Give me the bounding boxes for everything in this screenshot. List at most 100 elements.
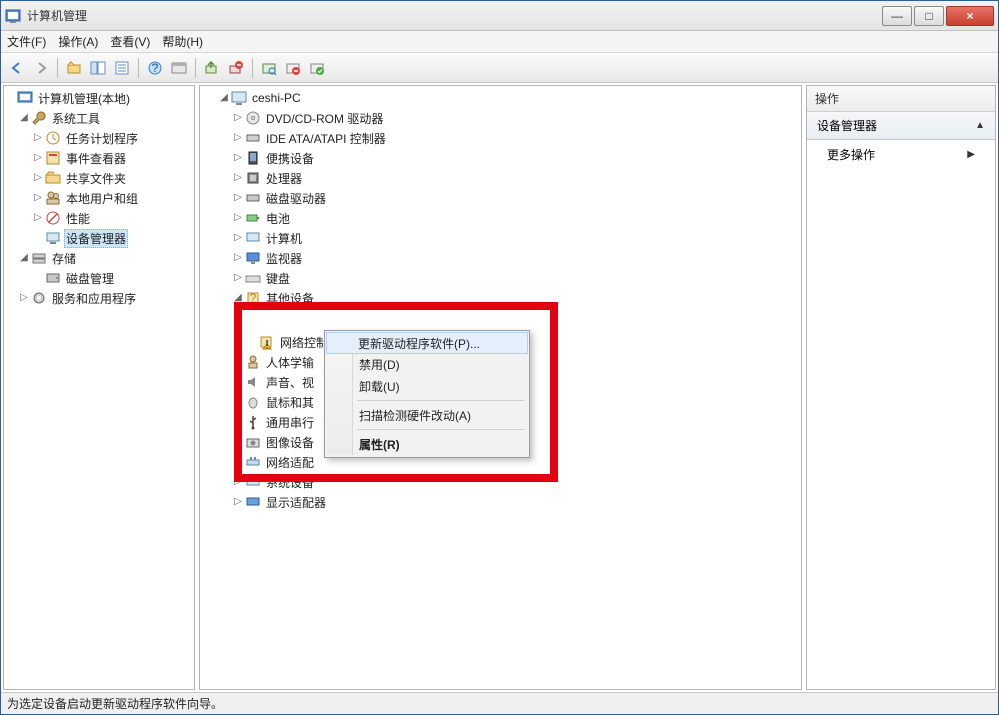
- scan-hardware-button[interactable]: [258, 57, 280, 79]
- actions-more[interactable]: 更多操作 ▶: [807, 140, 995, 169]
- monitor-icon: [245, 250, 261, 266]
- dev-portable[interactable]: ▷便携设备: [204, 148, 801, 168]
- wrench-icon: [31, 110, 47, 126]
- collapse-icon: ▲: [975, 120, 985, 131]
- dev-computer[interactable]: ▷计算机: [204, 228, 801, 248]
- hdd-icon: [245, 190, 261, 206]
- actions-section[interactable]: 设备管理器 ▲: [807, 112, 995, 140]
- computer-icon: [231, 90, 247, 106]
- window-title: 计算机管理: [27, 7, 882, 24]
- cm-update-driver[interactable]: 更新驱动程序软件(P)...: [326, 332, 528, 354]
- perf-icon: [45, 210, 61, 226]
- svg-text:!: !: [265, 338, 268, 351]
- show-hide-tree-button[interactable]: [87, 57, 109, 79]
- tree-services-apps[interactable]: ▷ 服务和应用程序: [4, 288, 194, 308]
- close-button[interactable]: ×: [946, 6, 994, 26]
- dev-monitors[interactable]: ▷监视器: [204, 248, 801, 268]
- context-menu: 更新驱动程序软件(P)... 禁用(D) 卸载(U) 扫描检测硬件改动(A) 属…: [324, 330, 530, 458]
- main-area: ▷ 计算机管理(本地) ◢ 系统工具 ▷ 任务计划程序 ▷ 事件: [1, 83, 998, 692]
- actions-pane: 操作 设备管理器 ▲ 更多操作 ▶: [806, 85, 996, 690]
- dev-system[interactable]: ▷系统设备: [204, 472, 801, 492]
- hid-icon: [245, 354, 261, 370]
- warning-device-icon: !: [259, 334, 275, 350]
- other-icon: ?: [245, 290, 261, 306]
- device-mgr-icon: [45, 230, 61, 246]
- disk-icon: [45, 270, 61, 286]
- tree-system-tools[interactable]: ◢ 系统工具: [4, 108, 194, 128]
- app-icon: [5, 8, 21, 24]
- dev-root[interactable]: ◢ ceshi-PC: [204, 88, 801, 108]
- menu-action[interactable]: 操作(A): [58, 33, 98, 50]
- dvd-icon: [245, 110, 261, 126]
- view-button[interactable]: [168, 57, 190, 79]
- tree-disk-mgmt[interactable]: ▷ 磁盘管理: [4, 268, 194, 288]
- cpu-icon: [245, 170, 261, 186]
- statusbar: 为选定设备启动更新驱动程序软件向导。: [1, 692, 998, 714]
- svg-text:?: ?: [250, 291, 257, 305]
- menu-view[interactable]: 查看(V): [110, 33, 150, 50]
- tree-shared-folders[interactable]: ▷ 共享文件夹: [4, 168, 194, 188]
- display-adapter-icon: [245, 494, 261, 510]
- titlebar[interactable]: 计算机管理 — □ ×: [1, 1, 998, 31]
- system-icon: [245, 474, 261, 490]
- disable-button[interactable]: [282, 57, 304, 79]
- help-button[interactable]: ?: [144, 57, 166, 79]
- dev-dvd[interactable]: ▷DVD/CD-ROM 驱动器: [204, 108, 801, 128]
- chevron-right-icon: ▶: [967, 149, 975, 160]
- actions-header: 操作: [807, 86, 995, 112]
- left-tree-pane[interactable]: ▷ 计算机管理(本地) ◢ 系统工具 ▷ 任务计划程序 ▷ 事件: [3, 85, 195, 690]
- dev-display[interactable]: ▷显示适配器: [204, 492, 801, 512]
- uninstall-button[interactable]: [225, 57, 247, 79]
- dev-ide[interactable]: ▷IDE ATA/ATAPI 控制器: [204, 128, 801, 148]
- storage-icon: [31, 250, 47, 266]
- up-button[interactable]: [63, 57, 85, 79]
- cm-disable[interactable]: 禁用(D): [327, 353, 527, 375]
- tree-task-scheduler[interactable]: ▷ 任务计划程序: [4, 128, 194, 148]
- tree-device-manager[interactable]: ▷ 设备管理器: [4, 228, 194, 248]
- menu-help[interactable]: 帮助(H): [162, 33, 203, 50]
- dev-keyboard[interactable]: ▷键盘: [204, 268, 801, 288]
- services-icon: [31, 290, 47, 306]
- cm-uninstall[interactable]: 卸载(U): [327, 375, 527, 397]
- battery-icon: [245, 210, 261, 226]
- dev-cpu[interactable]: ▷处理器: [204, 168, 801, 188]
- toolbar: ?: [1, 53, 998, 83]
- minimize-button[interactable]: —: [882, 6, 912, 26]
- cm-properties[interactable]: 属性(R): [327, 433, 527, 455]
- menu-file[interactable]: 文件(F): [7, 33, 46, 50]
- nav-back-button[interactable]: [6, 57, 28, 79]
- dev-battery[interactable]: ▷电池: [204, 208, 801, 228]
- event-icon: [45, 150, 61, 166]
- clock-icon: [45, 130, 61, 146]
- mouse-icon: [245, 394, 261, 410]
- camera-icon: [245, 434, 261, 450]
- network-icon: [245, 454, 261, 470]
- dev-other[interactable]: ◢?其他设备: [204, 288, 801, 308]
- tree-event-viewer[interactable]: ▷ 事件查看器: [4, 148, 194, 168]
- update-driver-button[interactable]: [201, 57, 223, 79]
- app-window: 计算机管理 — □ × 文件(F) 操作(A) 查看(V) 帮助(H) ?: [0, 0, 999, 715]
- nav-forward-button[interactable]: [30, 57, 52, 79]
- usb-icon: [245, 414, 261, 430]
- ide-icon: [245, 130, 261, 146]
- status-text: 为选定设备启动更新驱动程序软件向导。: [7, 695, 223, 712]
- tree-local-users[interactable]: ▷ 本地用户和组: [4, 188, 194, 208]
- users-icon: [45, 190, 61, 206]
- maximize-button[interactable]: □: [914, 6, 944, 26]
- pc-icon: [245, 230, 261, 246]
- shared-folder-icon: [45, 170, 61, 186]
- spacer: [204, 308, 801, 332]
- keyboard-icon: [245, 270, 261, 286]
- sound-icon: [245, 374, 261, 390]
- tree-performance[interactable]: ▷ 性能: [4, 208, 194, 228]
- device-tree-pane[interactable]: ◢ ceshi-PC ▷DVD/CD-ROM 驱动器 ▷IDE ATA/ATAP…: [199, 85, 802, 690]
- svg-text:?: ?: [152, 61, 159, 75]
- tree-root-local[interactable]: ▷ 计算机管理(本地): [4, 88, 194, 108]
- enable-button[interactable]: [306, 57, 328, 79]
- cm-scan[interactable]: 扫描检测硬件改动(A): [327, 404, 527, 426]
- properties-button[interactable]: [111, 57, 133, 79]
- computer-mgmt-icon: [17, 90, 33, 106]
- dev-disk-drives[interactable]: ▷磁盘驱动器: [204, 188, 801, 208]
- portable-icon: [245, 150, 261, 166]
- tree-storage[interactable]: ◢ 存储: [4, 248, 194, 268]
